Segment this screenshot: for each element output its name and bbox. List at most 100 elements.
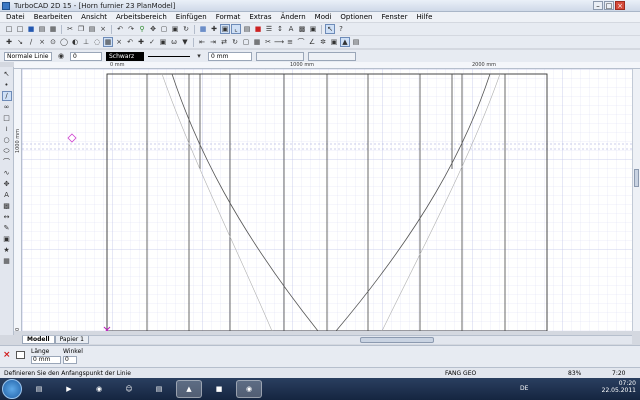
insert-tool-icon[interactable]: ▣	[2, 234, 12, 244]
layer-eye-icon[interactable]: ◉	[56, 51, 66, 61]
dimension-tool-icon[interactable]: ↔	[2, 212, 12, 222]
menu-modi[interactable]: Modi	[315, 13, 332, 21]
save-icon[interactable]: ■	[26, 24, 36, 34]
menu-datei[interactable]: Datei	[6, 13, 25, 21]
zoom-icon[interactable]: ⚲	[137, 24, 147, 34]
linestyle-dropdown-icon[interactable]: ▾	[194, 51, 204, 61]
system-clock[interactable]: 07:20 22.05.2011	[602, 380, 636, 394]
snap-settings-icon[interactable]: ▼	[180, 37, 190, 47]
firefox-task-icon[interactable]: ◉	[86, 380, 112, 398]
color-icon[interactable]: ■	[253, 24, 263, 34]
mirror-icon[interactable]: ⇄	[219, 37, 229, 47]
selector-icon[interactable]: ↖	[325, 24, 335, 34]
grid-icon[interactable]: ▦	[198, 24, 208, 34]
linestyle-preview[interactable]	[148, 55, 190, 57]
menu-arbeitsbereich[interactable]: Arbeitsbereich	[116, 13, 167, 21]
new-file-icon[interactable]: □	[4, 24, 14, 34]
vertical-scrollbar[interactable]	[632, 69, 640, 331]
rectangle-tool-icon[interactable]: □	[2, 113, 12, 123]
scale-icon[interactable]: ▢	[241, 37, 251, 47]
explorer-task-icon[interactable]: ▤	[26, 380, 52, 398]
help-icon[interactable]: ?	[336, 24, 346, 34]
browser-task-icon[interactable]: ◉	[236, 380, 262, 398]
maximize-button[interactable]: □	[604, 1, 614, 10]
array-icon[interactable]: ▦	[252, 37, 262, 47]
ellipse-tool-icon[interactable]: ⬭	[2, 146, 12, 156]
zoom-all-icon[interactable]: ▣	[170, 24, 180, 34]
snap-middle-icon[interactable]: ↘	[15, 37, 25, 47]
group-icon[interactable]: ▣	[329, 37, 339, 47]
snap-magnet-icon[interactable]: ω	[169, 37, 179, 47]
snap-center-icon[interactable]: ⊙	[48, 37, 58, 47]
display-icon[interactable]: ▤	[351, 37, 361, 47]
snap-quadrant-icon[interactable]: ◯	[59, 37, 69, 47]
block-icon[interactable]: ▣	[308, 24, 318, 34]
snap-relative-icon[interactable]: ✓	[147, 37, 157, 47]
menu-extras[interactable]: Extras	[249, 13, 271, 21]
status-modes[interactable]: FANG GEO	[445, 370, 476, 377]
offset-icon[interactable]: ≡	[285, 37, 295, 47]
modify-tool-icon[interactable]: ✎	[2, 223, 12, 233]
move-tool-icon[interactable]: ✥	[2, 179, 12, 189]
start-button[interactable]	[2, 379, 22, 399]
rotate-icon[interactable]: ↻	[230, 37, 240, 47]
ortho-icon[interactable]: ⌞	[231, 24, 241, 34]
turbocad-task-icon[interactable]: ▲	[176, 380, 202, 398]
open-file-icon[interactable]: □	[15, 24, 25, 34]
text-tool-icon[interactable]: A	[2, 190, 12, 200]
workplane-icon[interactable]: ▲	[340, 37, 350, 47]
redraw-icon[interactable]: ↻	[181, 24, 191, 34]
point-tool-icon[interactable]: •	[2, 80, 12, 90]
color-select[interactable]: Schwarz	[106, 51, 144, 61]
zoom-window-icon[interactable]: ▢	[159, 24, 169, 34]
menu-einfuegen[interactable]: Einfügen	[176, 13, 207, 21]
folder-task-icon[interactable]: ▤	[146, 380, 172, 398]
properties-icon[interactable]: ☰	[264, 24, 274, 34]
trim-icon[interactable]: ✂	[263, 37, 273, 47]
snap-quick-icon[interactable]: ▣	[158, 37, 168, 47]
angle-input[interactable]: 0	[63, 356, 77, 364]
menu-format[interactable]: Format	[216, 13, 241, 21]
drawing-canvas[interactable]	[22, 69, 632, 331]
tab-modell[interactable]: Modell	[22, 336, 55, 344]
select-tool-icon[interactable]: ↖	[2, 69, 12, 79]
hatch-tool-icon[interactable]: ▩	[2, 201, 12, 211]
align-right-icon[interactable]: ⇥	[208, 37, 218, 47]
menu-bearbeiten[interactable]: Bearbeiten	[34, 13, 72, 21]
print-icon[interactable]: ▤	[37, 24, 47, 34]
menu-fenster[interactable]: Fenster	[381, 13, 407, 21]
curve-tool-icon[interactable]: ≀	[2, 124, 12, 134]
layer-icon[interactable]: ▤	[242, 24, 252, 34]
line-width-select[interactable]: 0 mm	[208, 51, 252, 61]
messenger-task-icon[interactable]: ☺	[116, 380, 142, 398]
tab-papier-1[interactable]: Papier 1	[54, 336, 89, 344]
undo-icon[interactable]: ↶	[115, 24, 125, 34]
copy-icon[interactable]: ❐	[76, 24, 86, 34]
vertical-scroll-thumb[interactable]	[634, 169, 639, 187]
horizontal-scroll-thumb[interactable]	[360, 337, 434, 343]
polyline-tool-icon[interactable]: ∞	[2, 102, 12, 112]
pattern-select[interactable]	[256, 51, 304, 61]
line-tool-icon[interactable]: ∕	[1, 91, 12, 101]
length-input[interactable]: 0 mm	[31, 356, 61, 364]
chamfer-icon[interactable]: ∠	[307, 37, 317, 47]
fillet-icon[interactable]: ⌒	[296, 37, 306, 47]
media-task-icon[interactable]: ▶	[56, 380, 82, 398]
table-icon[interactable]	[16, 351, 25, 359]
measure-icon[interactable]: ↕	[275, 24, 285, 34]
snap-none-icon[interactable]: ×	[114, 37, 124, 47]
scale-select[interactable]	[308, 51, 356, 61]
print-preview-icon[interactable]: ▦	[48, 24, 58, 34]
snap-nearest-icon[interactable]: ◌	[92, 37, 102, 47]
hatch-icon[interactable]: ▩	[297, 24, 307, 34]
menu-ansicht[interactable]: Ansicht	[81, 13, 107, 21]
pan-icon[interactable]: ✥	[148, 24, 158, 34]
language-indicator[interactable]: DE	[520, 385, 528, 392]
spline-tool-icon[interactable]: ∿	[2, 168, 12, 178]
snap-fraction-icon[interactable]: ✚	[136, 37, 146, 47]
text-icon[interactable]: A	[286, 24, 296, 34]
circle-tool-icon[interactable]: ○	[2, 135, 12, 145]
snap-icon[interactable]: ✚	[209, 24, 219, 34]
layer-select[interactable]: 0	[70, 51, 102, 61]
snap-perpendicular-icon[interactable]: ⊥	[81, 37, 91, 47]
